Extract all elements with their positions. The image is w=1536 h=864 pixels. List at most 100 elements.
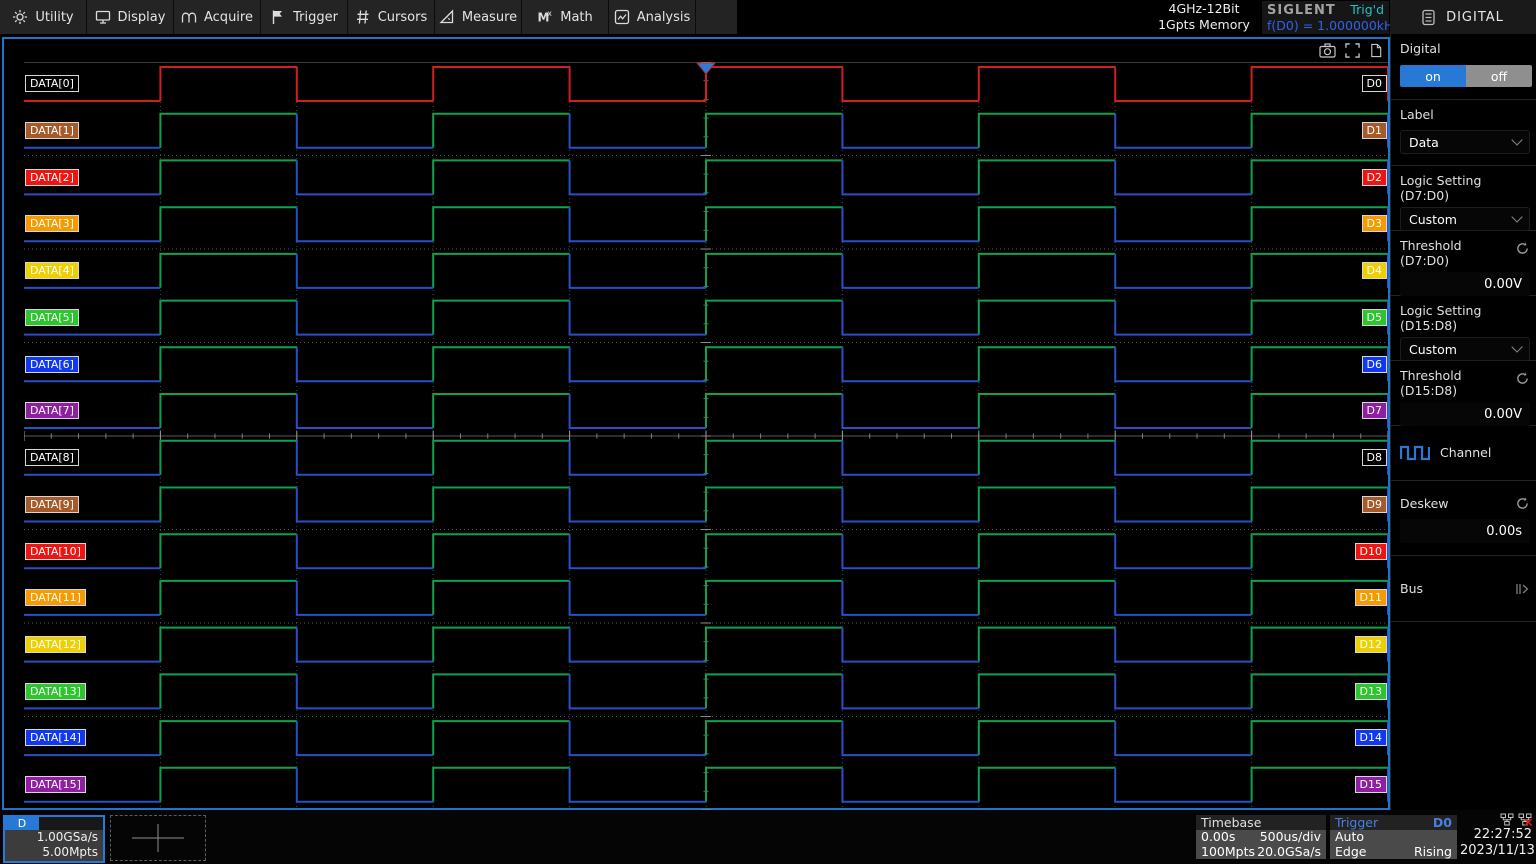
add-channel-slot[interactable]	[110, 815, 206, 861]
square-wave-icon	[1400, 443, 1430, 461]
channel-label-D11[interactable]: DATA[11]	[25, 589, 86, 606]
timebase-descriptor[interactable]: Timebase 0.00s 500us/div 100Mpts 20.0GSa…	[1196, 815, 1326, 859]
channel-section: Channel	[1391, 426, 1536, 481]
channel-label-D4[interactable]: DATA[4]	[25, 262, 79, 279]
threshold1-field[interactable]: 0.00V	[1400, 272, 1530, 296]
chevron-down-icon	[1511, 341, 1522, 352]
trigger-title: Trigger	[1335, 815, 1378, 830]
channel-label: Channel	[1440, 445, 1491, 460]
threshold1-section: Threshold (D7:D0) 0.00V	[1391, 231, 1536, 296]
logic2-title: Logic Setting	[1400, 303, 1529, 318]
flag-icon	[270, 9, 286, 25]
channel-label-D15[interactable]: DATA[15]	[25, 776, 86, 793]
label-section: Label Data	[1391, 100, 1536, 166]
camera-icon[interactable]	[1319, 43, 1336, 58]
channel-label-D9[interactable]: DATA[9]	[25, 496, 79, 513]
channel-label-D3[interactable]: DATA[3]	[25, 215, 79, 232]
channel-badge-D7[interactable]: D7	[1362, 402, 1387, 419]
refresh-icon[interactable]	[1516, 495, 1529, 514]
timebase-sample-rate: 20.0GSa/s	[1257, 845, 1321, 860]
clock-date: 2023/11/13	[1460, 843, 1532, 859]
acquire-icon	[181, 9, 197, 25]
channel-badge-D6[interactable]: D6	[1362, 356, 1387, 373]
refresh-icon[interactable]	[1516, 240, 1529, 259]
bus-section: Bus	[1391, 556, 1536, 622]
channel-badge-D5[interactable]: D5	[1362, 309, 1387, 326]
deskew-field[interactable]: 0.00s	[1400, 519, 1530, 543]
channel-label-D0[interactable]: DATA[0]	[25, 75, 79, 92]
channel-label-D14[interactable]: DATA[14]	[25, 729, 86, 746]
bus-label: Bus	[1400, 581, 1529, 596]
logic1-dropdown[interactable]: Custom	[1400, 207, 1530, 231]
trace-high-D0	[160, 67, 1388, 101]
logic-setting2-section: Logic Setting (D15:D8) Custom	[1391, 296, 1536, 361]
threshold2-field[interactable]: 0.00V	[1400, 402, 1530, 426]
channel-label-D6[interactable]: DATA[6]	[25, 356, 79, 373]
channel-menu-item[interactable]: Channel	[1400, 443, 1529, 461]
trigger-status: Trig'd	[1350, 2, 1384, 17]
scope-model-info: 4GHz-12Bit 1Gpts Memory	[1148, 0, 1260, 34]
channel-badge-D13[interactable]: D13	[1355, 683, 1387, 700]
clock-block[interactable]: 22:27:52 2023/11/13	[1460, 813, 1532, 861]
trace-high-D7	[160, 394, 1388, 428]
channel-label-D7[interactable]: DATA[7]	[25, 402, 79, 419]
label-dropdown-value: Data	[1409, 135, 1439, 150]
menu-item-acquire[interactable]: Acquire	[174, 0, 261, 34]
digital-off-button[interactable]: off	[1466, 65, 1532, 87]
channel-badge-D4[interactable]: D4	[1362, 262, 1387, 279]
digital-panel-header[interactable]: DIGITAL	[1390, 0, 1536, 35]
logic2-dropdown[interactable]: Custom	[1400, 337, 1530, 361]
channel-badge-D3[interactable]: D3	[1362, 215, 1387, 232]
menu-item-utility[interactable]: Utility	[0, 0, 87, 34]
menu-item-label: Trigger	[293, 10, 338, 25]
channel-badge-D0[interactable]: D0	[1362, 75, 1387, 92]
menu-item-measure[interactable]: Measure	[435, 0, 522, 34]
bus-expand-icon[interactable]	[1515, 580, 1529, 599]
trigger-descriptor[interactable]: Trigger D0 Auto Edge Rising	[1330, 815, 1457, 859]
channel-label-D12[interactable]: DATA[12]	[25, 636, 86, 653]
channel-label-D1[interactable]: DATA[1]	[25, 122, 79, 139]
refresh-icon[interactable]	[1516, 370, 1529, 389]
menu-item-label: Cursors	[378, 10, 428, 25]
display-icon	[95, 9, 111, 25]
menu-item-label: Utility	[35, 10, 73, 25]
channel-label-D8[interactable]: DATA[8]	[25, 449, 79, 466]
channel-badge-D10[interactable]: D10	[1355, 543, 1387, 560]
channel-badge-D1[interactable]: D1	[1362, 122, 1387, 139]
trigger-position-marker[interactable]	[697, 63, 715, 74]
channel-badge-D14[interactable]: D14	[1355, 729, 1387, 746]
trace-high-D12	[160, 628, 1388, 662]
channel-badge-D9[interactable]: D9	[1362, 496, 1387, 513]
trigger-type: Edge	[1335, 845, 1366, 860]
trace-high-D2	[160, 160, 1388, 194]
channel-label-D5[interactable]: DATA[5]	[25, 309, 79, 326]
channel-label-D13[interactable]: DATA[13]	[25, 683, 86, 700]
channel-badge-D11[interactable]: D11	[1355, 589, 1387, 606]
channel-badge-D12[interactable]: D12	[1355, 636, 1387, 653]
channel-badge-D8[interactable]: D8	[1362, 449, 1387, 466]
channel-label-D10[interactable]: DATA[10]	[25, 543, 86, 560]
menu-item-display[interactable]: Display	[87, 0, 174, 34]
menu-item-analysis[interactable]: Analysis	[609, 0, 696, 34]
channel-badge-D15[interactable]: D15	[1355, 776, 1387, 793]
trace-high-D5	[160, 301, 1388, 335]
deskew-section: Deskew 0.00s	[1391, 481, 1536, 556]
menu-item-trigger[interactable]: Trigger	[261, 0, 348, 34]
brand-status-block: SIGLENT Trig'd f(D0) = 1.000000kHz	[1262, 1, 1389, 34]
menu-item-cursors[interactable]: Cursors	[348, 0, 435, 34]
channel-badge-D2[interactable]: D2	[1362, 169, 1387, 186]
page-flip-icon[interactable]	[1369, 43, 1383, 58]
menu-item-math[interactable]: MxMath	[522, 0, 609, 34]
trigger-mode: Auto	[1335, 830, 1364, 845]
timebase-points: 100Mpts	[1201, 845, 1255, 860]
fullscreen-icon[interactable]	[1345, 43, 1360, 58]
trace-high-D9	[160, 488, 1388, 522]
threshold2-title: Threshold	[1400, 368, 1529, 383]
network-status-icons	[1460, 813, 1532, 827]
trace-high-D6	[160, 347, 1388, 381]
digital-channel-descriptor[interactable]: D 1.00GSa/s 5.00Mpts	[3, 815, 105, 863]
digital-on-button[interactable]: on	[1400, 65, 1466, 87]
label-dropdown[interactable]: Data	[1400, 130, 1530, 154]
channel-label-D2[interactable]: DATA[2]	[25, 169, 79, 186]
bandwidth-label: 4GHz-12Bit	[1169, 1, 1240, 17]
